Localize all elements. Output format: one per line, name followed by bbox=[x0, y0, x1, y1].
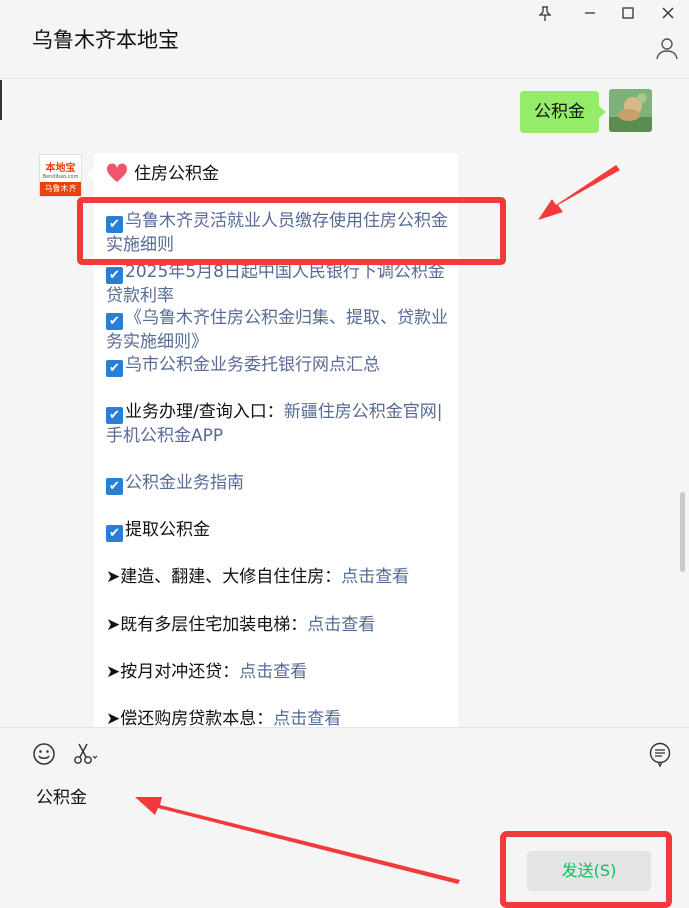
message-input[interactable]: 公积金 bbox=[36, 783, 87, 808]
checkbox-icon: ✔ bbox=[106, 407, 123, 424]
screenshot-scissors-icon[interactable] bbox=[72, 742, 98, 768]
message-header: 住房公积金 bbox=[106, 163, 451, 191]
chat-info-icon[interactable] bbox=[655, 36, 679, 64]
article-link[interactable]: 《乌鲁木齐住房公积金归集、提取、贷款业务实施细则》 bbox=[106, 308, 448, 352]
checkbox-icon: ✔ bbox=[106, 478, 123, 495]
chat-history-icon[interactable] bbox=[648, 742, 674, 768]
my-avatar[interactable] bbox=[609, 89, 652, 132]
list-item[interactable]: ➤建造、翻建、大修自住住房：点击查看 bbox=[106, 566, 451, 590]
header-text: 住房公积金 bbox=[134, 164, 219, 184]
annotation-box-highlight bbox=[77, 197, 506, 265]
title-bar: 乌鲁木齐本地宝 bbox=[0, 0, 689, 79]
sent-message-bubble[interactable]: 公积金 bbox=[520, 91, 606, 133]
list-item[interactable]: ➤既有多层住宅加装电梯：点击查看 bbox=[106, 614, 451, 638]
view-link[interactable]: 点击查看 bbox=[341, 567, 409, 587]
view-link[interactable]: 点击查看 bbox=[273, 709, 341, 727]
list-item[interactable]: ✔ 2025年5月8日起中国人民银行下调公积金贷款利率 bbox=[106, 261, 451, 308]
list-item[interactable]: ✔ 业务办理/查询入口：新疆住房公积金官网|手机公积金APP bbox=[106, 401, 451, 448]
checkbox-icon: ✔ bbox=[106, 313, 123, 330]
list-item[interactable]: ✔ 乌市公积金业务委托银行网点汇总 bbox=[106, 354, 451, 378]
message-input-area: 公积金 发送(S) bbox=[0, 727, 689, 908]
checkbox-icon: ✔ bbox=[106, 267, 123, 284]
article-link[interactable]: 2025年5月8日起中国人民银行下调公积金贷款利率 bbox=[106, 262, 445, 306]
list-item[interactable]: ➤偿还购房贷款本息：点击查看 bbox=[106, 708, 451, 727]
view-link[interactable]: 点击查看 bbox=[307, 615, 375, 635]
item-label: 业务办理/查询入口： bbox=[125, 402, 284, 422]
official-account-avatar[interactable]: 本地宝 Bendibao.com 乌鲁木齐 bbox=[39, 154, 82, 197]
item-label: ➤偿还购房贷款本息： bbox=[106, 709, 274, 727]
pin-icon[interactable] bbox=[535, 6, 555, 26]
list-item[interactable]: ✔ 公积金业务指南 bbox=[106, 472, 451, 496]
item-label: ➤按月对冲还贷： bbox=[106, 662, 240, 682]
item-label: ➤既有多层住宅加装电梯： bbox=[106, 615, 308, 635]
item-label: 提取公积金 bbox=[125, 520, 210, 540]
avatar-brand-text: 本地宝 bbox=[45, 163, 76, 174]
maximize-icon[interactable] bbox=[618, 6, 638, 26]
annotation-box-send bbox=[500, 831, 672, 908]
article-link[interactable]: 公积金业务指南 bbox=[125, 473, 244, 493]
minimize-icon[interactable] bbox=[580, 6, 600, 26]
close-icon[interactable] bbox=[658, 6, 678, 26]
chat-scrollbar[interactable] bbox=[680, 492, 685, 572]
list-item[interactable]: ➤按月对冲还贷：点击查看 bbox=[106, 661, 451, 685]
checkbox-icon: ✔ bbox=[106, 525, 123, 542]
emoji-icon[interactable] bbox=[32, 742, 58, 768]
checkbox-icon: ✔ bbox=[106, 360, 123, 377]
heart-icon bbox=[106, 163, 128, 191]
view-link[interactable]: 点击查看 bbox=[239, 662, 307, 682]
chat-history[interactable]: 公积金 本地宝 Bendibao.com 乌鲁木齐 住房公积金 ✔ 乌鲁木齐灵活就… bbox=[0, 79, 689, 727]
list-item: ✔ 提取公积金 bbox=[106, 519, 451, 543]
article-link[interactable]: 乌市公积金业务委托银行网点汇总 bbox=[125, 355, 380, 375]
avatar-city-text: 乌鲁木齐 bbox=[40, 182, 81, 196]
avatar-url-text: Bendibao.com bbox=[42, 174, 79, 180]
chat-title: 乌鲁木齐本地宝 bbox=[32, 28, 179, 52]
list-item[interactable]: ✔ 《乌鲁木齐住房公积金归集、提取、贷款业务实施细则》 bbox=[106, 307, 451, 354]
item-label: ➤建造、翻建、大修自住住房： bbox=[106, 567, 342, 587]
